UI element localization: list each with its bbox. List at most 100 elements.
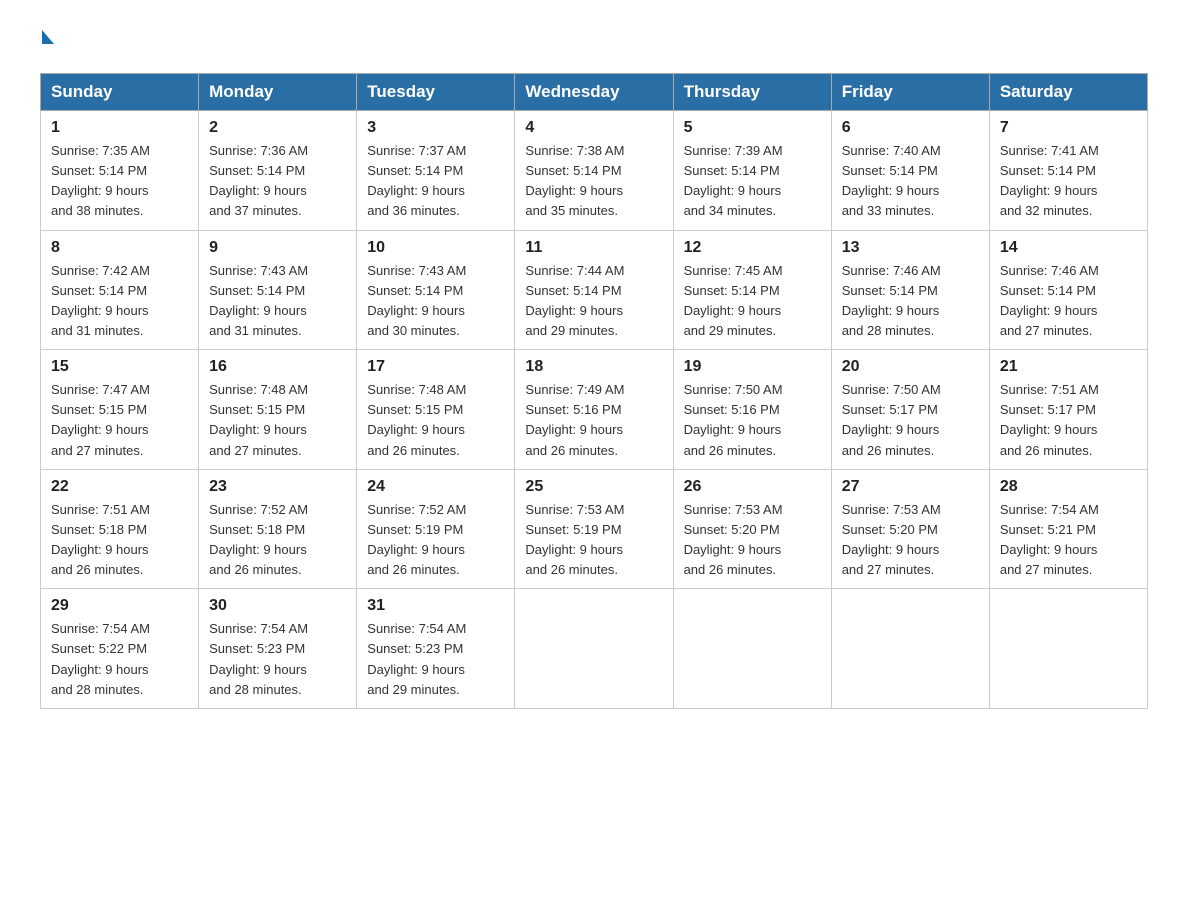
calendar-cell: 8 Sunrise: 7:42 AMSunset: 5:14 PMDaylight…	[41, 230, 199, 350]
day-number: 6	[842, 119, 979, 137]
calendar-week-row: 1 Sunrise: 7:35 AMSunset: 5:14 PMDaylight…	[41, 111, 1148, 231]
calendar-cell: 5Sunrise: 7:39 AMSunset: 5:14 PMDaylight…	[673, 111, 831, 231]
day-info: Sunrise: 7:50 AMSunset: 5:17 PMDaylight:…	[842, 380, 979, 461]
day-number: 31	[367, 597, 504, 615]
day-number: 24	[367, 478, 504, 496]
day-info: Sunrise: 7:44 AMSunset: 5:14 PMDaylight:…	[525, 261, 662, 342]
calendar-cell: 31 Sunrise: 7:54 AMSunset: 5:23 PMDayligh…	[357, 589, 515, 709]
calendar-cell: 29 Sunrise: 7:54 AMSunset: 5:22 PMDayligh…	[41, 589, 199, 709]
calendar-cell: 22 Sunrise: 7:51 AMSunset: 5:18 PMDayligh…	[41, 469, 199, 589]
calendar-cell: 28 Sunrise: 7:54 AMSunset: 5:21 PMDayligh…	[989, 469, 1147, 589]
day-info: Sunrise: 7:36 AMSunset: 5:14 PMDaylight:…	[209, 141, 346, 222]
day-number: 20	[842, 358, 979, 376]
calendar-cell	[831, 589, 989, 709]
day-number: 15	[51, 358, 188, 376]
day-info: Sunrise: 7:53 AMSunset: 5:20 PMDaylight:…	[842, 500, 979, 581]
calendar-cell	[989, 589, 1147, 709]
calendar-cell: 7Sunrise: 7:41 AMSunset: 5:14 PMDaylight…	[989, 111, 1147, 231]
calendar-header-saturday: Saturday	[989, 74, 1147, 111]
day-number: 22	[51, 478, 188, 496]
day-number: 14	[1000, 239, 1137, 257]
calendar-header-thursday: Thursday	[673, 74, 831, 111]
day-info: Sunrise: 7:51 AMSunset: 5:18 PMDaylight:…	[51, 500, 188, 581]
day-number: 11	[525, 239, 662, 257]
calendar-cell: 13 Sunrise: 7:46 AMSunset: 5:14 PMDayligh…	[831, 230, 989, 350]
calendar-cell: 4 Sunrise: 7:38 AMSunset: 5:14 PMDaylight…	[515, 111, 673, 231]
day-number: 13	[842, 239, 979, 257]
day-info: Sunrise: 7:46 AMSunset: 5:14 PMDaylight:…	[842, 261, 979, 342]
day-number: 9	[209, 239, 346, 257]
day-info: Sunrise: 7:53 AMSunset: 5:19 PMDaylight:…	[525, 500, 662, 581]
day-info: Sunrise: 7:47 AMSunset: 5:15 PMDaylight:…	[51, 380, 188, 461]
day-info: Sunrise: 7:43 AMSunset: 5:14 PMDaylight:…	[209, 261, 346, 342]
day-number: 12	[684, 239, 821, 257]
day-info: Sunrise: 7:54 AMSunset: 5:22 PMDaylight:…	[51, 619, 188, 700]
calendar-header-friday: Friday	[831, 74, 989, 111]
calendar-week-row: 8 Sunrise: 7:42 AMSunset: 5:14 PMDaylight…	[41, 230, 1148, 350]
day-info: Sunrise: 7:54 AMSunset: 5:21 PMDaylight:…	[1000, 500, 1137, 581]
day-number: 8	[51, 239, 188, 257]
day-info: Sunrise: 7:49 AMSunset: 5:16 PMDaylight:…	[525, 380, 662, 461]
calendar-cell: 11 Sunrise: 7:44 AMSunset: 5:14 PMDayligh…	[515, 230, 673, 350]
calendar-cell: 3Sunrise: 7:37 AMSunset: 5:14 PMDaylight…	[357, 111, 515, 231]
day-info: Sunrise: 7:40 AMSunset: 5:14 PMDaylight:…	[842, 141, 979, 222]
calendar-cell: 9 Sunrise: 7:43 AMSunset: 5:14 PMDaylight…	[199, 230, 357, 350]
calendar-cell: 2Sunrise: 7:36 AMSunset: 5:14 PMDaylight…	[199, 111, 357, 231]
day-number: 1	[51, 119, 188, 137]
day-number: 16	[209, 358, 346, 376]
day-info: Sunrise: 7:50 AMSunset: 5:16 PMDaylight:…	[684, 380, 821, 461]
day-number: 26	[684, 478, 821, 496]
day-info: Sunrise: 7:54 AMSunset: 5:23 PMDaylight:…	[209, 619, 346, 700]
calendar-cell: 21 Sunrise: 7:51 AMSunset: 5:17 PMDayligh…	[989, 350, 1147, 470]
day-info: Sunrise: 7:48 AMSunset: 5:15 PMDaylight:…	[367, 380, 504, 461]
day-number: 23	[209, 478, 346, 496]
day-number: 4	[525, 119, 662, 137]
calendar-cell: 26 Sunrise: 7:53 AMSunset: 5:20 PMDayligh…	[673, 469, 831, 589]
day-info: Sunrise: 7:37 AMSunset: 5:14 PMDaylight:…	[367, 141, 504, 222]
day-info: Sunrise: 7:46 AMSunset: 5:14 PMDaylight:…	[1000, 261, 1137, 342]
calendar-header-sunday: Sunday	[41, 74, 199, 111]
calendar-week-row: 29 Sunrise: 7:54 AMSunset: 5:22 PMDayligh…	[41, 589, 1148, 709]
day-info: Sunrise: 7:51 AMSunset: 5:17 PMDaylight:…	[1000, 380, 1137, 461]
calendar-cell: 14 Sunrise: 7:46 AMSunset: 5:14 PMDayligh…	[989, 230, 1147, 350]
day-info: Sunrise: 7:48 AMSunset: 5:15 PMDaylight:…	[209, 380, 346, 461]
calendar-cell	[515, 589, 673, 709]
day-info: Sunrise: 7:52 AMSunset: 5:18 PMDaylight:…	[209, 500, 346, 581]
day-info: Sunrise: 7:43 AMSunset: 5:14 PMDaylight:…	[367, 261, 504, 342]
calendar-cell: 30Sunrise: 7:54 AMSunset: 5:23 PMDayligh…	[199, 589, 357, 709]
calendar-header-tuesday: Tuesday	[357, 74, 515, 111]
calendar-cell: 16 Sunrise: 7:48 AMSunset: 5:15 PMDayligh…	[199, 350, 357, 470]
calendar-cell: 25 Sunrise: 7:53 AMSunset: 5:19 PMDayligh…	[515, 469, 673, 589]
day-info: Sunrise: 7:35 AMSunset: 5:14 PMDaylight:…	[51, 141, 188, 222]
calendar-cell: 19 Sunrise: 7:50 AMSunset: 5:16 PMDayligh…	[673, 350, 831, 470]
day-info: Sunrise: 7:42 AMSunset: 5:14 PMDaylight:…	[51, 261, 188, 342]
calendar-week-row: 22 Sunrise: 7:51 AMSunset: 5:18 PMDayligh…	[41, 469, 1148, 589]
calendar-table: SundayMondayTuesdayWednesdayThursdayFrid…	[40, 73, 1148, 709]
day-number: 25	[525, 478, 662, 496]
day-number: 18	[525, 358, 662, 376]
day-number: 10	[367, 239, 504, 257]
day-info: Sunrise: 7:45 AMSunset: 5:14 PMDaylight:…	[684, 261, 821, 342]
day-info: Sunrise: 7:39 AMSunset: 5:14 PMDaylight:…	[684, 141, 821, 222]
calendar-cell: 20 Sunrise: 7:50 AMSunset: 5:17 PMDayligh…	[831, 350, 989, 470]
day-number: 21	[1000, 358, 1137, 376]
day-info: Sunrise: 7:38 AMSunset: 5:14 PMDaylight:…	[525, 141, 662, 222]
calendar-cell: 27Sunrise: 7:53 AMSunset: 5:20 PMDayligh…	[831, 469, 989, 589]
day-number: 29	[51, 597, 188, 615]
calendar-cell	[673, 589, 831, 709]
calendar-cell: 6 Sunrise: 7:40 AMSunset: 5:14 PMDaylight…	[831, 111, 989, 231]
calendar-week-row: 15 Sunrise: 7:47 AMSunset: 5:15 PMDayligh…	[41, 350, 1148, 470]
day-number: 28	[1000, 478, 1137, 496]
day-info: Sunrise: 7:53 AMSunset: 5:20 PMDaylight:…	[684, 500, 821, 581]
calendar-cell: 10 Sunrise: 7:43 AMSunset: 5:14 PMDayligh…	[357, 230, 515, 350]
calendar-cell: 18 Sunrise: 7:49 AMSunset: 5:16 PMDayligh…	[515, 350, 673, 470]
day-info: Sunrise: 7:54 AMSunset: 5:23 PMDaylight:…	[367, 619, 504, 700]
day-number: 17	[367, 358, 504, 376]
calendar-cell: 1 Sunrise: 7:35 AMSunset: 5:14 PMDaylight…	[41, 111, 199, 231]
day-number: 19	[684, 358, 821, 376]
calendar-cell: 15 Sunrise: 7:47 AMSunset: 5:15 PMDayligh…	[41, 350, 199, 470]
calendar-cell: 24 Sunrise: 7:52 AMSunset: 5:19 PMDayligh…	[357, 469, 515, 589]
calendar-cell: 12 Sunrise: 7:45 AMSunset: 5:14 PMDayligh…	[673, 230, 831, 350]
day-info: Sunrise: 7:52 AMSunset: 5:19 PMDaylight:…	[367, 500, 504, 581]
logo	[40, 30, 54, 53]
